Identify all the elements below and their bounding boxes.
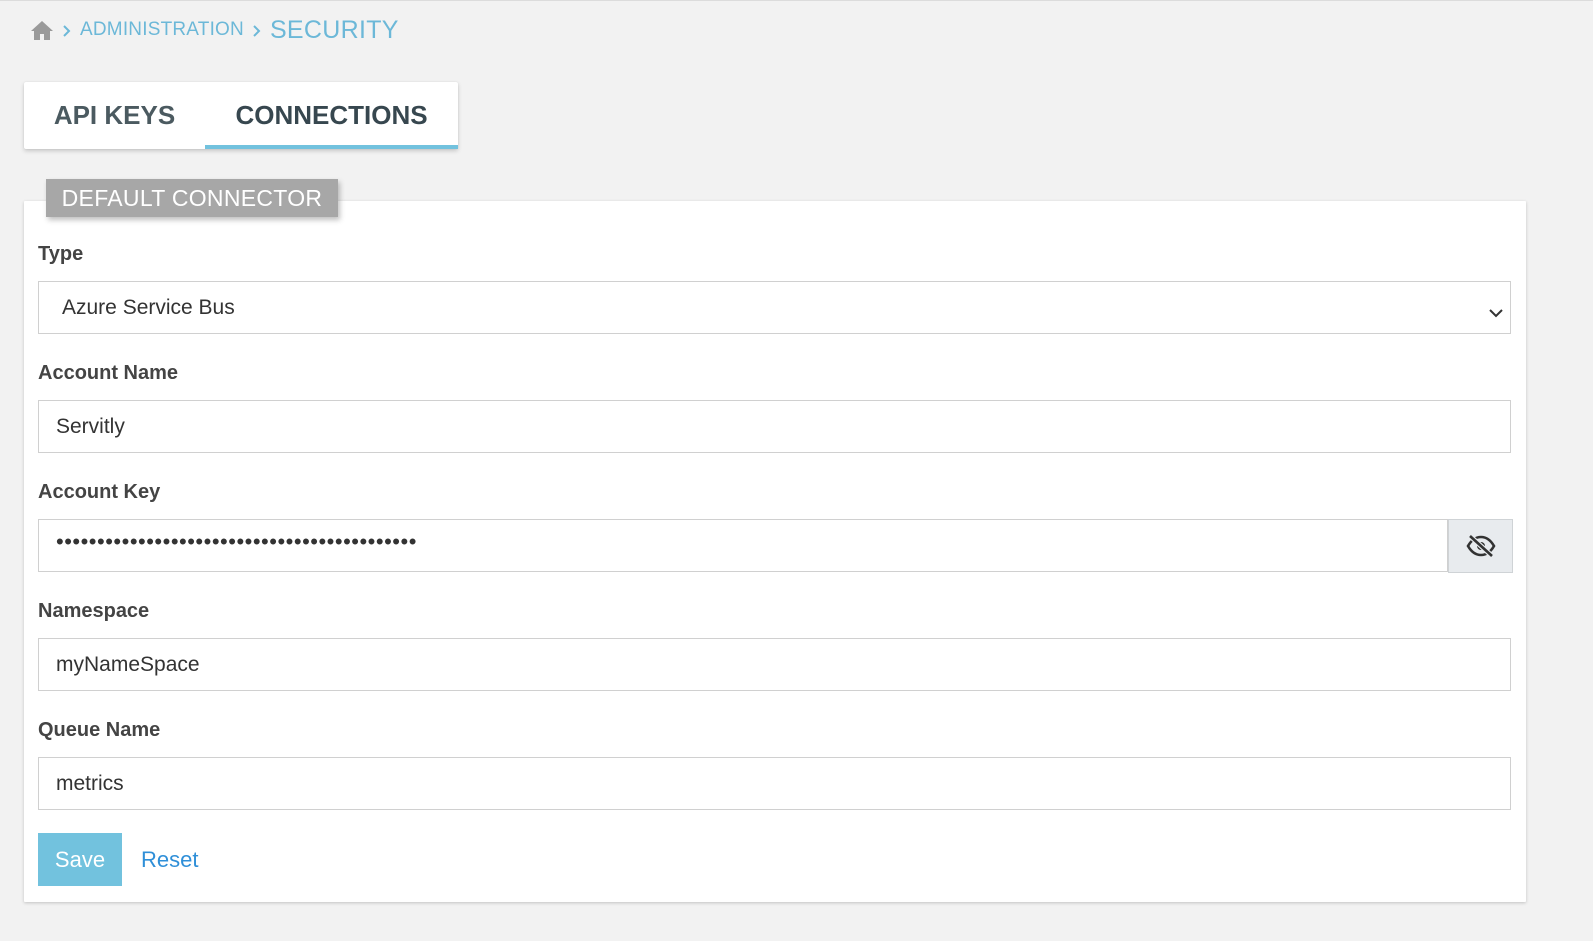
queue-name-input[interactable]: metrics [38,757,1511,810]
tab-api-keys[interactable]: API KEYS [24,82,205,149]
account-key-label: Account Key [38,481,161,503]
card-title-badge: DEFAULT CONNECTOR [46,179,338,217]
chevron-right-icon [252,24,262,37]
breadcrumb-administration[interactable]: ADMINISTRATION [80,19,244,41]
type-label: Type [38,243,84,265]
namespace-input[interactable]: myNameSpace [38,638,1511,691]
queue-name-value: metrics [56,771,124,795]
breadcrumb-security: SECURITY [269,15,399,44]
tab-connections[interactable]: CONNECTIONS [205,82,458,149]
account-key-input[interactable]: ••••••••••••••••••••••••••••••••••••••••… [38,519,1448,572]
account-name-label: Account Name [38,362,179,384]
queue-name-label: Queue Name [38,719,161,741]
eye-slash-icon [1466,534,1496,558]
tab-bar: API KEYS CONNECTIONS [24,82,458,149]
page: ADMINISTRATION SECURITY API KEYS CONNECT… [0,0,1593,941]
toggle-visibility-button[interactable] [1448,519,1513,573]
breadcrumb: ADMINISTRATION SECURITY [30,15,399,45]
home-icon[interactable] [30,19,54,41]
namespace-label: Namespace [38,600,150,622]
chevron-down-icon [1488,301,1504,318]
type-select[interactable]: Azure Service Bus [38,281,1511,334]
save-button[interactable]: Save [38,833,122,886]
chevron-right-icon [62,24,72,37]
account-name-value: Servitly [56,414,125,438]
type-select-value: Azure Service Bus [62,295,235,319]
namespace-value: myNameSpace [56,652,200,676]
account-key-value: ••••••••••••••••••••••••••••••••••••••••… [56,528,417,554]
account-name-input[interactable]: Servitly [38,400,1511,453]
reset-link[interactable]: Reset [141,847,198,873]
